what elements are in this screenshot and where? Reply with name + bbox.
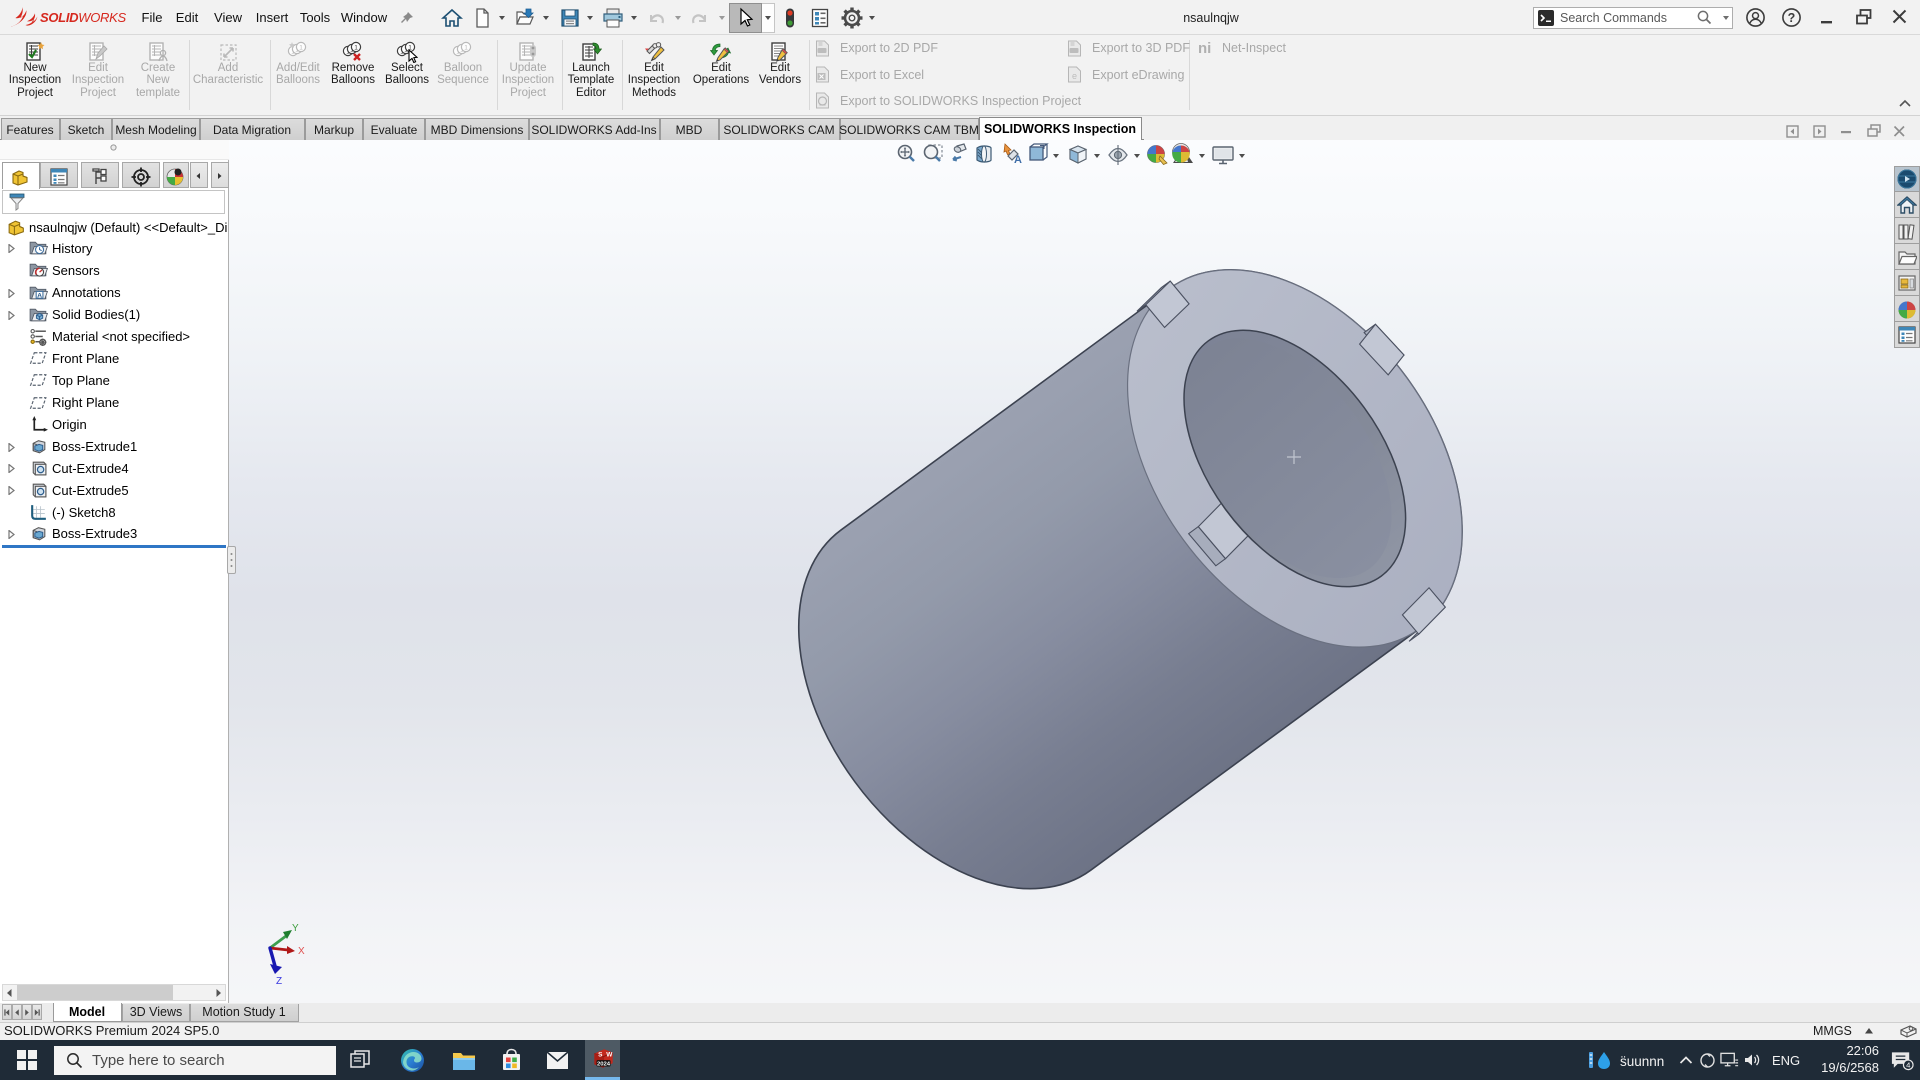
svg-text:2024: 2024 xyxy=(597,1061,611,1067)
svg-text:1: 1 xyxy=(299,45,303,52)
svg-text:Z: Z xyxy=(276,976,282,987)
svg-text:1: 1 xyxy=(464,45,468,52)
svg-text:A: A xyxy=(1014,154,1022,166)
svg-text:1: 1 xyxy=(354,45,358,52)
svg-text:?: ? xyxy=(1788,11,1796,25)
svg-text:4: 4 xyxy=(1906,1061,1911,1070)
svg-text:W: W xyxy=(606,1051,613,1058)
svg-text:Y: Y xyxy=(292,923,299,934)
svg-text:A: A xyxy=(37,292,42,299)
svg-text:S: S xyxy=(598,1051,603,1058)
svg-text:X: X xyxy=(298,946,305,957)
svg-text:e: e xyxy=(1072,71,1077,81)
